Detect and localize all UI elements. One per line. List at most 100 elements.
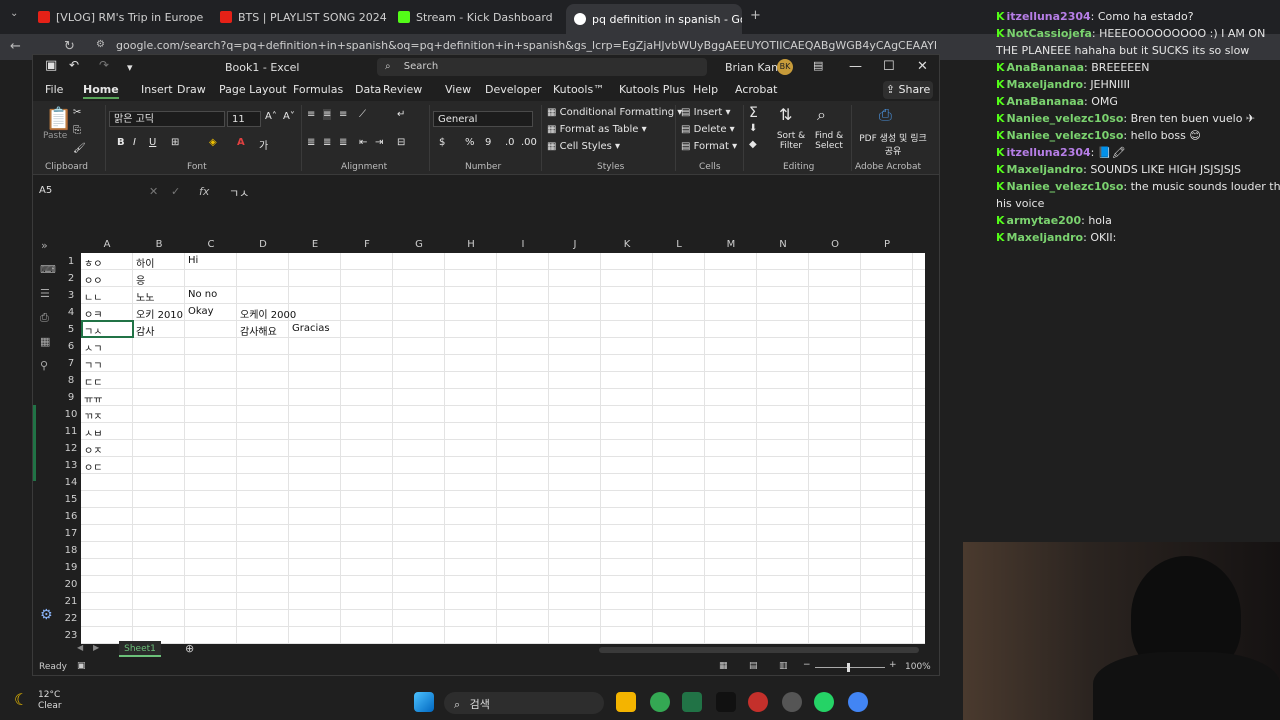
column-header-G[interactable]: G	[393, 239, 445, 253]
accounting-icon[interactable]: $	[439, 137, 445, 148]
wrap-text-icon[interactable]: ↵	[397, 109, 405, 120]
name-box[interactable]: A5	[37, 185, 111, 201]
tab-bts-playlist[interactable]: BTS | PLAYLIST SONG 2024 ✕	[212, 6, 388, 28]
increase-font-icon[interactable]: A˄	[265, 111, 277, 122]
column-header-K[interactable]: K	[601, 239, 653, 253]
delete-cells-button[interactable]: ▤ Delete ▾	[681, 124, 735, 135]
chat-username[interactable]: itzelluna2304	[1007, 10, 1091, 23]
worksheet-grid[interactable]: ㅎㅇ 하이 Hi ㅇㅇ 응 ㄴㄴ 노노 No no ㅇㅋ 오키 2010 Okay 오케이 2000 ㄱ…	[81, 253, 925, 644]
chrome-icon[interactable]	[650, 692, 670, 712]
cell-A7[interactable]: ㄱㄱ	[81, 357, 102, 372]
align-top-icon[interactable]: ≡	[307, 109, 315, 120]
ribbon-tab-formulas[interactable]: Formulas	[293, 83, 343, 96]
row-header-15[interactable]: 15	[61, 494, 81, 511]
cell-A9[interactable]: ㅠㅠ	[81, 391, 102, 406]
paste-icon[interactable]: 📋	[45, 107, 72, 132]
cell-C1[interactable]: Hi	[185, 255, 198, 266]
chat-username[interactable]: NotCassiojefa	[1007, 27, 1092, 40]
format-as-table-button[interactable]: ▦ Format as Table ▾	[547, 124, 647, 135]
column-header-I[interactable]: I	[497, 239, 549, 253]
column-header-F[interactable]: F	[341, 239, 393, 253]
cell-B1[interactable]: 하이	[133, 255, 154, 270]
find-select-label[interactable]: Find & Select	[811, 131, 847, 151]
close-icon[interactable]: ✕	[559, 11, 560, 24]
chat-username[interactable]: Naniee_velezc10so	[1007, 112, 1124, 125]
column-header-M[interactable]: M	[705, 239, 757, 253]
cell-A13[interactable]: ㅇㄷ	[81, 459, 102, 474]
chat-username[interactable]: Naniee_velezc10so	[1007, 129, 1124, 142]
phonetic-icon[interactable]: 가	[259, 137, 268, 152]
enter-icon[interactable]: ✓	[171, 185, 180, 198]
cell-B4[interactable]: 오키 2010	[133, 306, 183, 321]
cell-A4[interactable]: ㅇㅋ	[81, 306, 102, 321]
zoom-level[interactable]: 100%	[905, 662, 931, 672]
start-icon[interactable]	[414, 692, 434, 712]
next-sheet-icon[interactable]: ▶	[93, 643, 99, 652]
obs-icon[interactable]	[782, 692, 802, 712]
row-header-4[interactable]: 4	[61, 307, 81, 324]
add-sheet-icon[interactable]: ⊕	[185, 642, 194, 655]
cell-B5[interactable]: 감사	[133, 323, 154, 338]
cell-A8[interactable]: ㄷㄷ	[81, 374, 102, 389]
cell-E5[interactable]: Gracias	[289, 323, 330, 334]
column-header-E[interactable]: E	[289, 239, 341, 253]
decrease-decimal-icon[interactable]: .00	[521, 137, 537, 148]
autosave-icon[interactable]: ▣	[45, 58, 57, 73]
align-left-icon[interactable]: ≣	[307, 137, 315, 148]
keyboard-icon[interactable]: ⌨	[40, 263, 56, 276]
row-header-21[interactable]: 21	[61, 596, 81, 613]
column-header-B[interactable]: B	[133, 239, 185, 253]
cancel-icon[interactable]: ✕	[149, 185, 158, 198]
avatar[interactable]: BK	[777, 59, 793, 75]
ribbon-tab-page-layout[interactable]: Page Layout	[219, 83, 287, 96]
format-painter-icon[interactable]: 🖌	[73, 143, 86, 154]
increase-indent-icon[interactable]: ⇥	[375, 137, 383, 148]
site-info-icon[interactable]: ⚙	[96, 39, 105, 50]
whatsapp-icon[interactable]	[814, 692, 834, 712]
row-header-12[interactable]: 12	[61, 443, 81, 460]
zoom-out-icon[interactable]: −	[803, 660, 811, 670]
cell-D4[interactable]: 오케이 2000	[237, 306, 296, 321]
ribbon-tab-review[interactable]: Review	[383, 83, 422, 96]
sort-filter-icon[interactable]: ⇅	[779, 105, 792, 124]
ribbon-display-icon[interactable]: ▤	[813, 59, 823, 72]
chat-username[interactable]: armytae200	[1007, 214, 1082, 227]
cell-A6[interactable]: ㅅㄱ	[81, 340, 102, 355]
row-header-6[interactable]: 6	[61, 341, 81, 358]
chat-username[interactable]: Maxeljandro	[1007, 78, 1084, 91]
new-tab-icon[interactable]: +	[750, 8, 761, 23]
tab-rm-vlog[interactable]: [VLOG] RM's Trip in Europe - Y ✕	[30, 6, 206, 28]
font-name-select[interactable]: 맑은 고딕	[109, 111, 225, 127]
zoom-slider-thumb[interactable]	[847, 663, 850, 672]
ribbon-tab-help[interactable]: Help	[693, 83, 718, 96]
taskbar-search[interactable]: ⌕ 검색	[444, 692, 604, 714]
undo-icon[interactable]: ↶	[69, 58, 79, 72]
clear-icon[interactable]: ◆	[749, 139, 757, 150]
cell-D5[interactable]: 감사해요	[237, 323, 277, 338]
chrome-profile-icon[interactable]	[848, 692, 868, 712]
recorder-icon[interactable]	[748, 692, 768, 712]
column-header-J[interactable]: J	[549, 239, 601, 253]
row-header-3[interactable]: 3	[61, 290, 81, 307]
acrobat-pdf-icon[interactable]: ⎙	[879, 105, 892, 125]
align-right-icon[interactable]: ≣	[339, 137, 347, 148]
ribbon-tab-developer[interactable]: Developer	[485, 83, 542, 96]
page-break-view-icon[interactable]: ▥	[779, 661, 788, 671]
chat-username[interactable]: itzelluna2304	[1007, 146, 1091, 159]
orientation-icon[interactable]: ⟋	[359, 109, 366, 120]
cell-A11[interactable]: ㅅㅂ	[81, 425, 102, 440]
row-header-13[interactable]: 13	[61, 460, 81, 477]
insert-cells-button[interactable]: ▤ Insert ▾	[681, 107, 731, 118]
cell-A2[interactable]: ㅇㅇ	[81, 272, 102, 287]
row-header-11[interactable]: 11	[61, 426, 81, 443]
align-middle-icon[interactable]: ≡	[323, 109, 332, 120]
cell-A10[interactable]: ㄲㅈ	[81, 408, 102, 423]
selected-cell[interactable]	[81, 320, 134, 338]
column-header-H[interactable]: H	[445, 239, 497, 253]
number-format-select[interactable]: General	[433, 111, 533, 127]
list-icon[interactable]: ☰	[40, 287, 50, 300]
cut-icon[interactable]: ✂	[73, 107, 81, 118]
ribbon-tab-view[interactable]: View	[445, 83, 471, 96]
back-icon[interactable]: ←	[10, 39, 21, 54]
row-header-18[interactable]: 18	[61, 545, 81, 562]
